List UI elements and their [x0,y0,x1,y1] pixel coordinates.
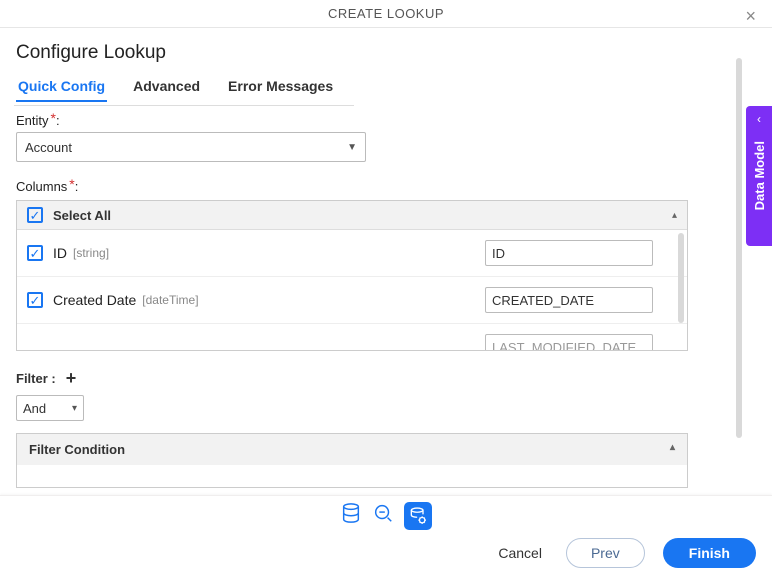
select-all-checkbox[interactable]: ✓ [27,207,43,223]
required-asterisk: * [69,176,74,192]
colon: : [56,113,60,128]
entity-label-text: Entity [16,113,49,128]
tab-error-messages[interactable]: Error Messages [226,72,335,102]
close-button[interactable]: × [739,4,762,29]
collapse-caret-icon: ▴ [670,442,675,453]
column-type: [dateTime] [142,293,198,307]
filter-operator-value: And [23,401,46,416]
required-asterisk: * [51,110,56,126]
entity-label: Entity*: [16,112,756,128]
data-model-side-tab[interactable]: ‹ Data Model [746,106,772,246]
column-row: ✓ Created Date [dateTime] [17,277,687,324]
columns-panel-header[interactable]: ✓ Select All ▴ [17,201,687,230]
caret-down-icon: ▼ [347,142,357,153]
column-type: [string] [73,246,109,260]
tab-quick-config[interactable]: Quick Config [16,72,107,102]
tab-advanced[interactable]: Advanced [131,72,202,102]
filter-operator-select[interactable]: And ▾ [16,395,84,421]
entity-select-value: Account [25,140,72,155]
titlebar: CREATE LOOKUP × [0,0,772,28]
columns-panel-body: ✓ ID [string] ✓ Created Date [dateTime] … [17,230,687,350]
filter-condition-body [17,465,687,487]
scrollbar-vertical[interactable] [736,58,742,438]
cancel-button[interactable]: Cancel [492,544,548,562]
filter-condition-title: Filter Condition [29,442,125,457]
column-row: ✓ [17,324,687,350]
caret-down-icon: ▾ [72,403,77,414]
entity-select[interactable]: Account ▼ [16,132,366,162]
footer-actions: Cancel Prev Finish [16,538,756,568]
dialog-footer: Cancel Prev Finish [0,495,772,580]
columns-scrollbar[interactable] [678,233,684,323]
column-alias-input[interactable] [485,240,653,266]
column-checkbox[interactable]: ✓ [27,292,43,308]
collapse-caret-icon: ▴ [672,210,677,221]
titlebar-title: CREATE LOOKUP [328,6,444,21]
plus-icon: + [66,368,77,388]
add-filter-button[interactable]: + [66,369,77,387]
column-name: ID [53,245,67,261]
search-db-icon[interactable] [372,502,394,530]
filter-condition-panel: Filter Condition ▴ [16,433,688,488]
create-lookup-dialog: CREATE LOOKUP × ‹ Data Model Configure L… [0,0,772,580]
data-model-label: Data Model [752,141,767,210]
column-alias-input[interactable] [485,334,653,350]
chevron-left-icon: ‹ [757,112,761,126]
footer-icons [16,502,756,530]
columns-label: Columns*: [16,178,756,194]
page-title: Configure Lookup [16,42,756,64]
column-checkbox[interactable]: ✓ [27,245,43,261]
select-all-label: Select All [53,208,111,223]
columns-panel: ✓ Select All ▴ ✓ ID [string] ✓ Created D… [16,200,688,351]
column-type-value: dateTime [146,293,196,307]
prev-button[interactable]: Prev [566,538,645,568]
tab-underline [14,105,354,106]
columns-label-text: Columns [16,179,67,194]
close-icon: × [745,6,756,26]
filter-label-text: Filter : [16,371,56,386]
filter-label: Filter : + [16,369,756,387]
finish-button[interactable]: Finish [663,538,756,568]
filter-condition-header[interactable]: Filter Condition ▴ [17,434,687,465]
column-alias-input[interactable] [485,287,653,313]
configure-db-icon[interactable] [404,502,432,530]
column-row: ✓ ID [string] [17,230,687,277]
column-name: Created Date [53,292,136,308]
colon: : [75,179,79,194]
form-area: Configure Lookup Quick Config Advanced E… [0,28,772,495]
database-icon[interactable] [340,502,362,530]
column-type-value: string [76,246,105,260]
config-tabs: Quick Config Advanced Error Messages [16,72,756,102]
dialog-content: ‹ Data Model Configure Lookup Quick Conf… [0,28,772,495]
